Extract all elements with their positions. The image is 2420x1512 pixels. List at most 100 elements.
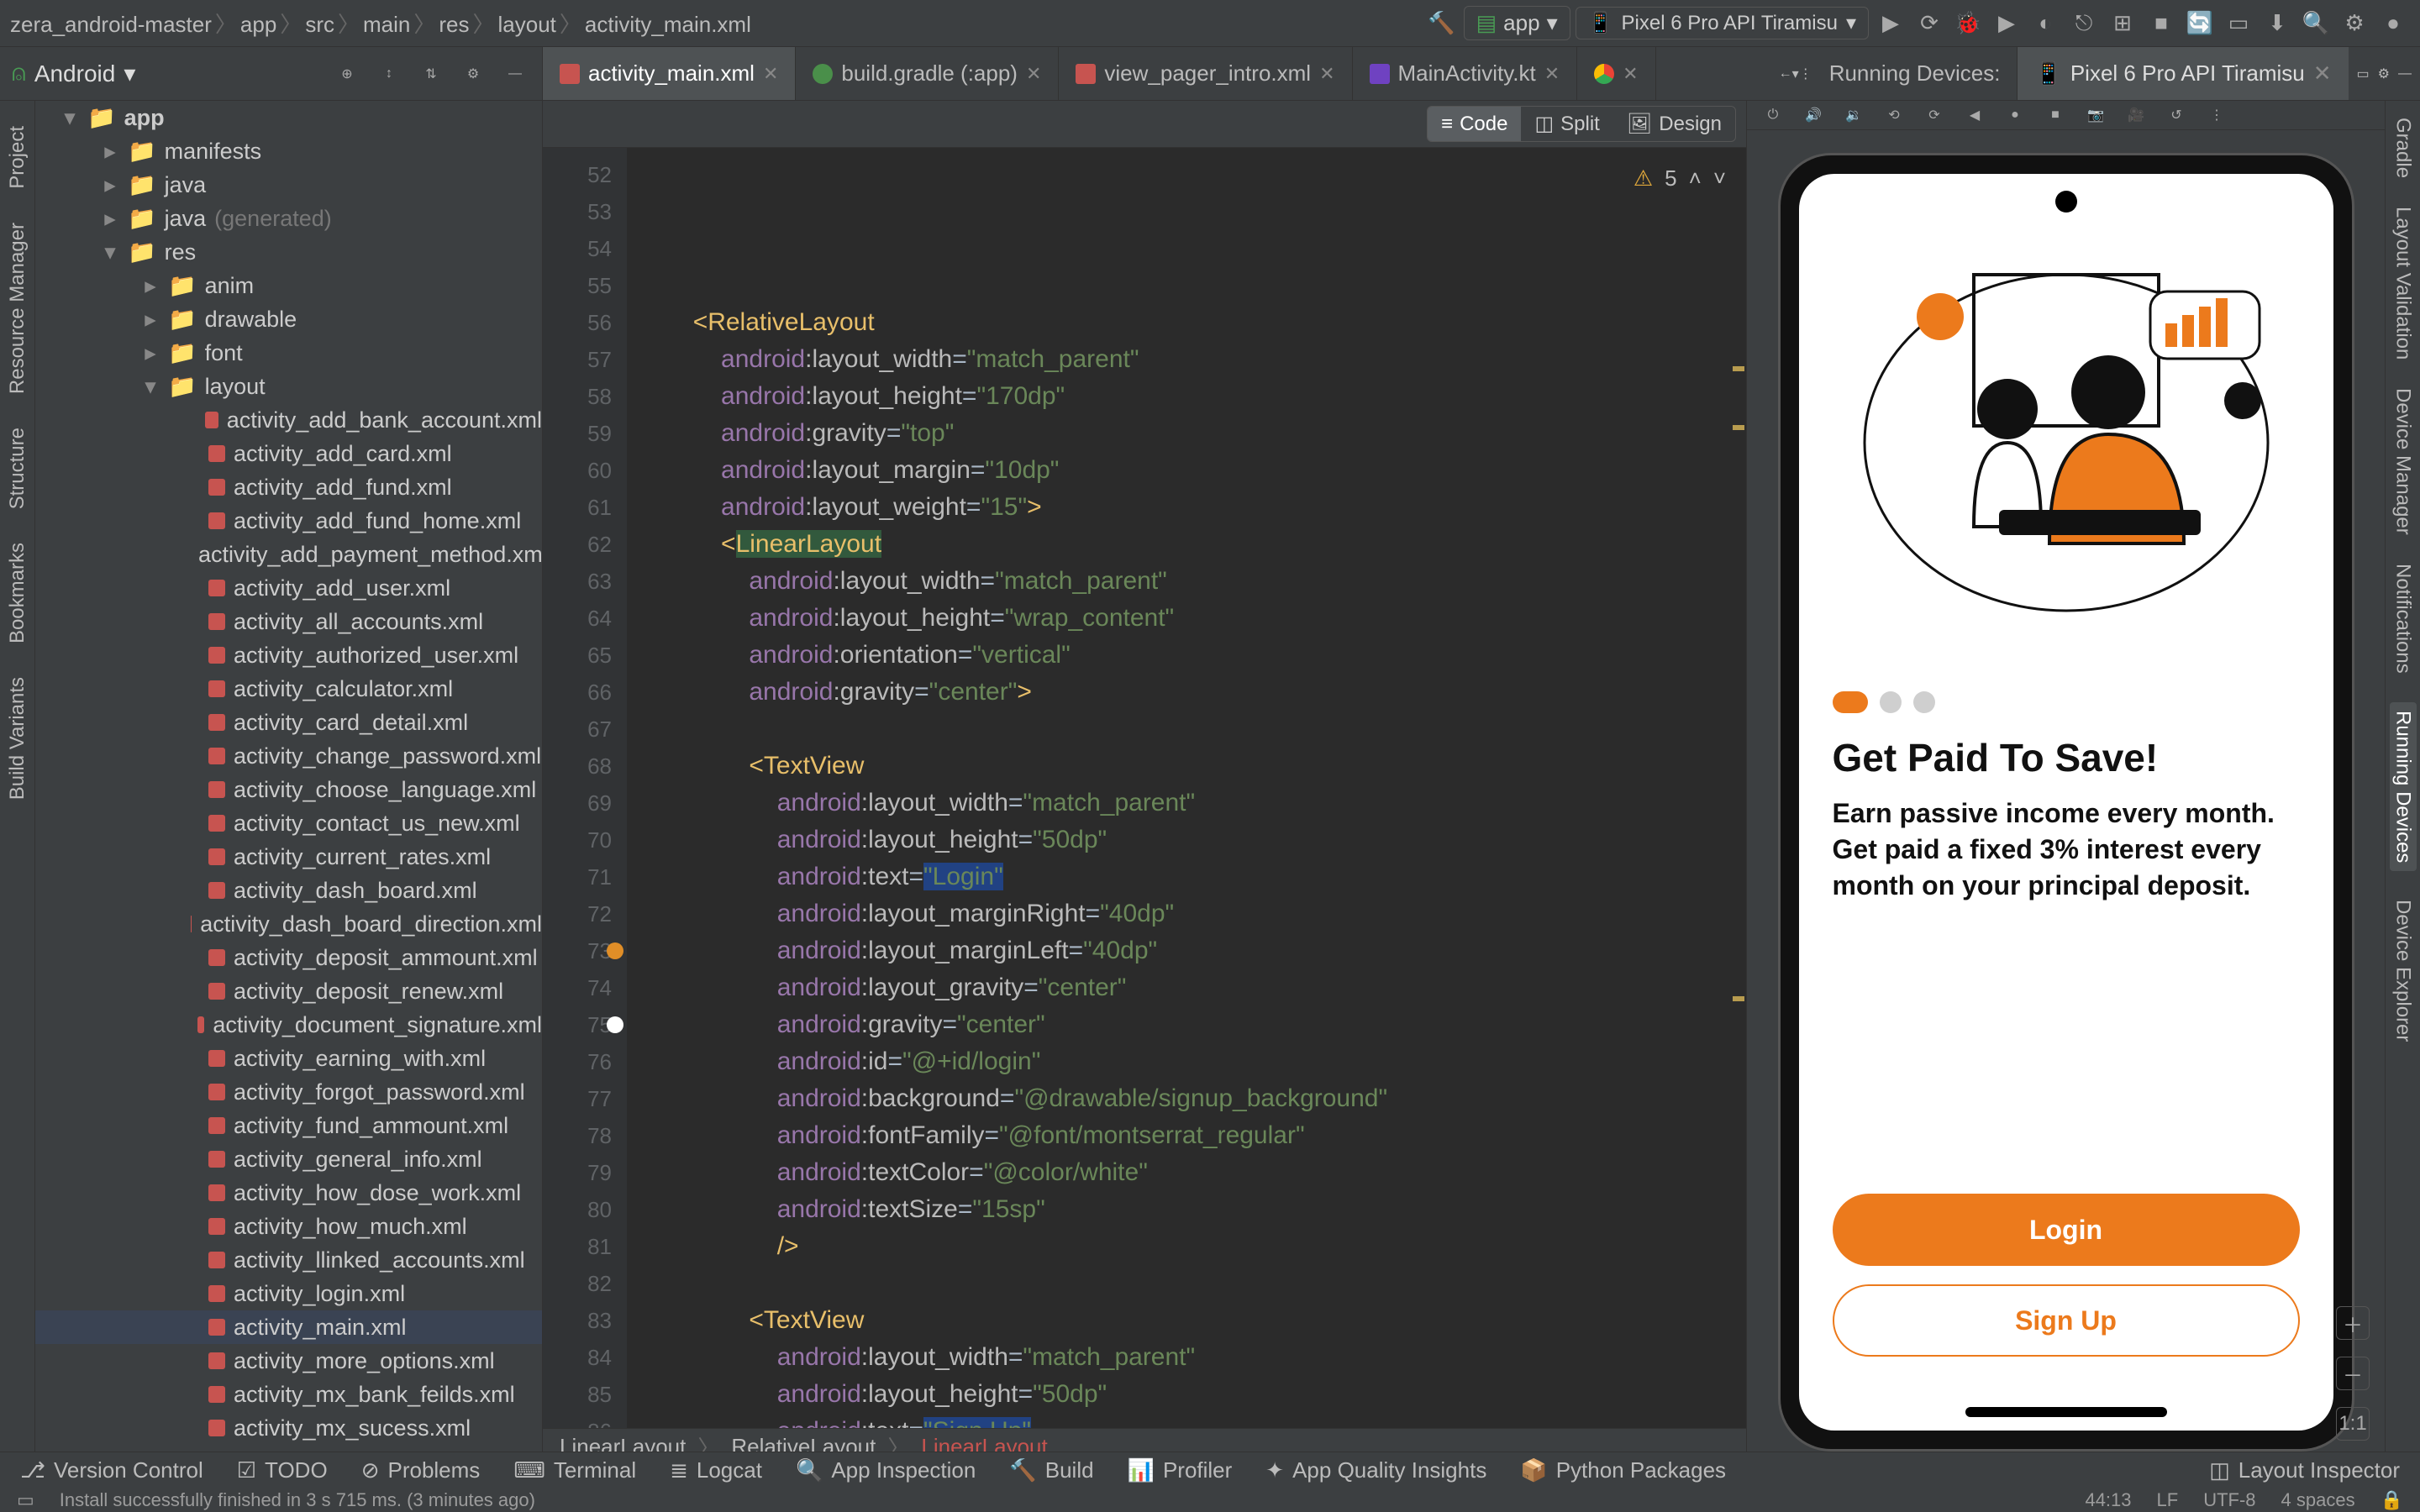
right-rail-item[interactable]: Notifications (2391, 564, 2415, 674)
tree-node[interactable]: ▸📁manifests (35, 134, 542, 168)
code-editor[interactable]: 5253545556575859606162636465666768697071… (543, 148, 1746, 1428)
code-line[interactable]: android:background="@drawable/signup_bac… (637, 1080, 1746, 1117)
code-line[interactable]: android:layout_height="170dp" (637, 378, 1746, 415)
rotate-right-icon[interactable]: ⟳ (1920, 101, 1949, 129)
gutter-line-number[interactable]: 73 (543, 932, 612, 969)
gutter-line-number[interactable]: 61 (543, 489, 612, 526)
close-icon[interactable]: ✕ (1623, 63, 1638, 85)
bottom-tool-item[interactable]: 🔍App Inspection (796, 1457, 976, 1483)
view-mode-split[interactable]: ◫ Split (1521, 107, 1612, 141)
right-rail-item[interactable]: Device Explorer (2391, 900, 2415, 1042)
close-icon[interactable]: ✕ (1026, 63, 1041, 85)
tree-node[interactable]: activity_contact_us_new.xml (35, 806, 542, 840)
reset-icon[interactable]: ↺ (2162, 101, 2191, 129)
gear-icon[interactable]: ⚙ (458, 59, 488, 89)
gutter-line-number[interactable]: 71 (543, 858, 612, 895)
tab-more-icon[interactable]: ⋮ (1799, 66, 1812, 82)
filter-icon[interactable]: ⇅ (416, 59, 446, 89)
gutter-line-number[interactable]: 77 (543, 1080, 612, 1117)
gutter-line-number[interactable]: 67 (543, 711, 612, 748)
gutter-line-number[interactable]: 57 (543, 341, 612, 378)
zoom-reset[interactable]: 1:1 (2336, 1407, 2370, 1441)
gutter-line-number[interactable]: 52 (543, 156, 612, 193)
line-separator[interactable]: LF (2157, 1489, 2179, 1511)
tree-expand-arrow[interactable]: ▸ (101, 206, 119, 232)
code-line[interactable]: android:layout_height="50dp" (637, 822, 1746, 858)
breadcrumb-item[interactable]: main (363, 12, 410, 37)
code-line[interactable]: android:layout_marginRight="40dp" (637, 895, 1746, 932)
chevron-down-icon[interactable]: ˅ (1713, 160, 1726, 197)
tree-expand-arrow[interactable]: ▸ (141, 273, 160, 299)
code-line[interactable]: android:layout_width="match_parent" (637, 785, 1746, 822)
gutter-line-number[interactable]: 70 (543, 822, 612, 858)
gutter-line-number[interactable]: 74 (543, 969, 612, 1006)
breadcrumb-item[interactable]: zera_android-master (10, 12, 212, 37)
tree-node[interactable]: activity_fund_ammount.xml (35, 1109, 542, 1142)
tree-node[interactable]: activity_llinked_accounts.xml (35, 1243, 542, 1277)
right-rail-item[interactable]: Device Manager (2391, 388, 2415, 535)
gutter-line-number[interactable]: 76 (543, 1043, 612, 1080)
gutter-line-number[interactable]: 69 (543, 785, 612, 822)
code-line[interactable]: android:layout_width="match_parent" (637, 563, 1746, 600)
bottom-tool-item[interactable]: 📊Profiler (1128, 1457, 1233, 1483)
code-line[interactable]: android:gravity="center" (637, 1006, 1746, 1043)
stop-icon[interactable]: ■ (2144, 7, 2178, 40)
login-button[interactable]: Login (1833, 1194, 2300, 1266)
code-line[interactable]: android:layout_height="wrap_content" (637, 600, 1746, 637)
code-line[interactable]: <LinearLayout (637, 526, 1746, 563)
code-line[interactable] (637, 1265, 1746, 1302)
gutter-line-number[interactable]: 82 (543, 1265, 612, 1302)
tree-root[interactable]: ▾📁app (35, 101, 542, 134)
gutter-line-number[interactable]: 79 (543, 1154, 612, 1191)
gutter-line-number[interactable]: 83 (543, 1302, 612, 1339)
tree-node[interactable]: activity_dash_board_direction.xml (35, 907, 542, 941)
code-line[interactable]: android:orientation="vertical" (637, 637, 1746, 674)
device-selector[interactable]: 📱 Pixel 6 Pro API Tiramisu ▾ (1576, 7, 1869, 39)
tree-expand-arrow[interactable]: ▾ (101, 239, 119, 265)
attach-debugger-icon[interactable]: ⎋ (2067, 7, 2101, 40)
gutter-line-number[interactable]: 68 (543, 748, 612, 785)
tree-node[interactable]: activity_dash_board.xml (35, 874, 542, 907)
gear-icon[interactable]: ⚙ (2378, 66, 2390, 82)
bottom-tool-item[interactable]: 🔨Build (1009, 1457, 1093, 1483)
tree-node[interactable]: activity_earning_with.xml (35, 1042, 542, 1075)
layout-icon[interactable]: ▭ (2357, 66, 2370, 82)
sdk-manager-icon[interactable]: ⬇ (2260, 7, 2294, 40)
gutter-line-number[interactable]: 84 (543, 1339, 612, 1376)
code-line[interactable]: <TextView (637, 1302, 1746, 1339)
indent-setting[interactable]: 4 spaces (2281, 1489, 2355, 1511)
editor-tab[interactable]: build.gradle (:app)✕ (796, 47, 1059, 100)
tree-node[interactable]: activity_deposit_ammount.xml (35, 941, 542, 974)
gutter-line-number[interactable]: 75 (543, 1006, 612, 1043)
view-mode-code[interactable]: ≡ Code (1428, 107, 1521, 141)
code-line[interactable]: android:fontFamily="@font/montserrat_reg… (637, 1117, 1746, 1154)
home-icon[interactable]: ● (2001, 101, 2029, 129)
project-tree[interactable]: ▾📁app▸📁manifests▸📁java▸📁java (generated)… (35, 101, 543, 1465)
code-line[interactable]: android:textColor="@color/white" (637, 1154, 1746, 1191)
tree-node[interactable]: activity_main.xml (35, 1310, 542, 1344)
avd-manager-icon[interactable]: ▭ (2222, 7, 2255, 40)
minimize-icon[interactable]: — (2398, 66, 2412, 81)
settings-gear-icon[interactable]: ⚙ (2338, 7, 2371, 40)
gutter-line-number[interactable]: 59 (543, 415, 612, 452)
pager-dot-active[interactable] (1833, 691, 1868, 713)
bottom-tool-item[interactable]: 📦Python Packages (1520, 1457, 1726, 1483)
tree-node[interactable]: activity_add_fund_home.xml (35, 504, 542, 538)
view-mode-design[interactable]: 🖼 Design (1613, 107, 1735, 141)
code-line[interactable]: android:layout_height="50dp" (637, 1376, 1746, 1413)
tree-expand-arrow[interactable]: ▾ (141, 374, 160, 400)
gutter-line-number[interactable]: 65 (543, 637, 612, 674)
gutter-line-number[interactable]: 54 (543, 230, 612, 267)
tree-node[interactable]: activity_add_card.xml (35, 437, 542, 470)
search-everywhere-icon[interactable]: 🔍 (2299, 7, 2333, 40)
gutter-orange-mark[interactable] (607, 942, 623, 959)
tree-node[interactable]: activity_how_dose_work.xml (35, 1176, 542, 1210)
gutter-line-number[interactable]: 63 (543, 563, 612, 600)
left-rail-item[interactable]: Resource Manager (6, 223, 29, 394)
breadcrumb-item[interactable]: layout (498, 12, 556, 37)
tree-node[interactable]: ▸📁java (35, 168, 542, 202)
breadcrumb-item[interactable]: src (305, 12, 334, 37)
code-line[interactable]: android:layout_width="match_parent" (637, 1339, 1746, 1376)
breadcrumb-item[interactable]: activity_main.xml (585, 12, 751, 37)
zoom-in-icon[interactable]: ＋ (2336, 1306, 2370, 1340)
